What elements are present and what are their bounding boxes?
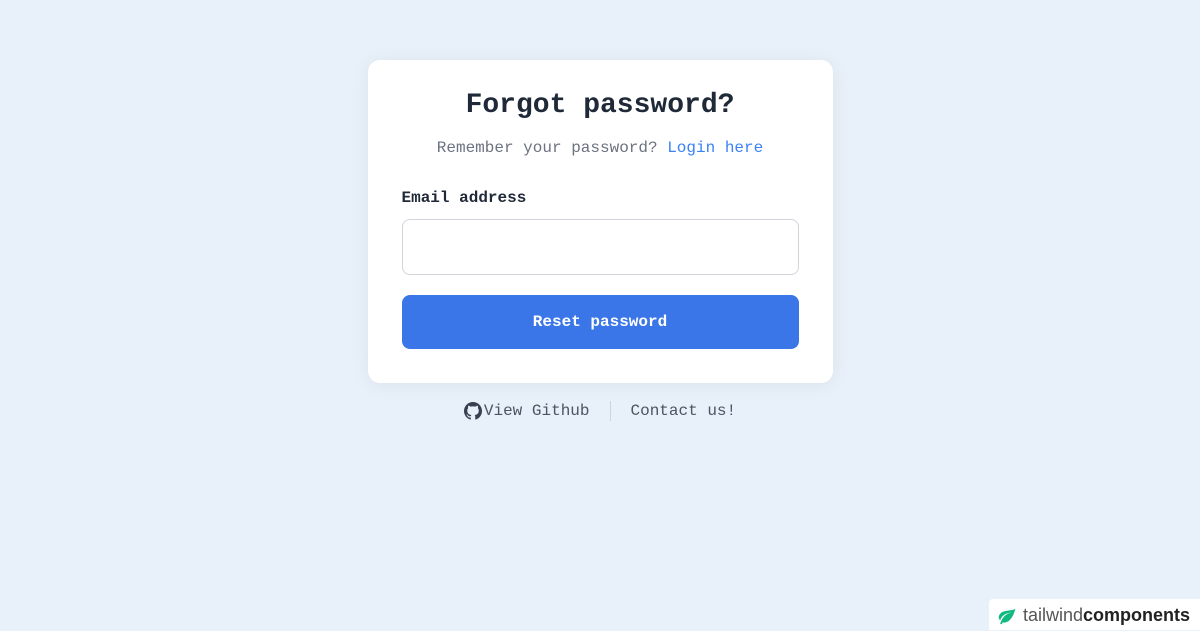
leaf-icon	[997, 606, 1017, 626]
brand-text: tailwindcomponents	[1023, 605, 1190, 626]
email-input[interactable]	[402, 219, 799, 275]
footer-divider	[610, 401, 611, 421]
contact-link-text: Contact us!	[631, 402, 737, 420]
github-link-text: View Github	[484, 402, 590, 420]
card-title: Forgot password?	[402, 90, 799, 121]
email-form-group: Email address	[402, 189, 799, 275]
email-label: Email address	[402, 189, 799, 207]
footer-links: View Github Contact us!	[462, 401, 738, 421]
brand-badge[interactable]: tailwindcomponents	[989, 599, 1200, 630]
page-container: Forgot password? Remember your password?…	[0, 0, 1200, 421]
login-link[interactable]: Login here	[667, 139, 763, 157]
reset-password-button[interactable]: Reset password	[402, 295, 799, 349]
brand-text-light: tailwind	[1023, 605, 1083, 625]
view-github-link[interactable]: View Github	[462, 402, 592, 420]
contact-us-link[interactable]: Contact us!	[629, 402, 739, 420]
brand-text-bold: components	[1083, 605, 1190, 625]
github-icon	[464, 402, 482, 420]
subtitle-text: Remember your password?	[437, 139, 667, 157]
forgot-password-card: Forgot password? Remember your password?…	[368, 60, 833, 383]
subtitle-row: Remember your password? Login here	[402, 139, 799, 157]
